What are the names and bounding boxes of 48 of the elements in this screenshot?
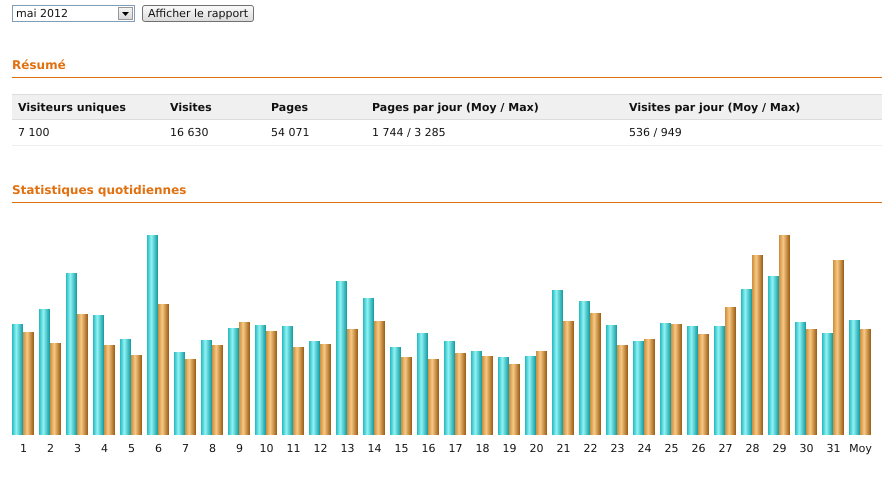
axis-label: 7 [181,442,190,455]
axis-label: 16 [420,442,436,455]
axis-label: 9 [235,442,244,455]
axis-label: 5 [127,442,136,455]
axis-label: 30 [798,442,814,455]
axis-label: 10 [258,442,274,455]
axis-label: 18 [474,442,490,455]
axis-label: 8 [208,442,217,455]
chart-bar [509,364,520,435]
column-header: Visiteurs uniques [12,94,164,120]
table-cell: 16 630 [164,120,265,146]
show-report-button[interactable]: Afficher le rapport [142,5,254,22]
column-header: Visites par jour (Moy / Max) [623,94,882,120]
table-cell: 7 100 [12,120,164,146]
section-title: Statistiques quotidiennes [12,183,882,203]
axis-label: 4 [100,442,109,455]
axis-label: 20 [528,442,544,455]
column-header: Pages [265,94,366,120]
axis-label: 21 [556,442,572,455]
axis-label: 19 [502,442,518,455]
axis-label: Moy [848,442,873,455]
axis-label: 12 [312,442,328,455]
table-cell: 536 / 949 [623,120,882,146]
dropdown-arrow-icon [122,12,129,16]
axis-label: 6 [154,442,163,455]
axis-label: 3 [73,442,82,455]
axis-label: 26 [690,442,706,455]
axis-label: 29 [772,442,788,455]
axis-label: 24 [636,442,652,455]
axis-label: 11 [286,442,302,455]
axis-label: 1 [19,442,28,455]
column-header: Pages par jour (Moy / Max) [366,94,623,120]
axis-label: 22 [582,442,598,455]
axis-label: 14 [366,442,382,455]
month-select[interactable]: mai 2012 [12,5,135,22]
axis-label: 17 [448,442,464,455]
axis-label: 13 [340,442,356,455]
axis-label: 15 [394,442,410,455]
table-cell: 1 744 / 3 285 [366,120,623,146]
axis-label: 25 [664,442,680,455]
axis-label: 27 [718,442,734,455]
axis-label: 23 [610,442,626,455]
axis-label: 31 [826,442,842,455]
column-header: Visites [164,94,265,120]
table-cell: 54 071 [265,120,366,146]
section-title: Résumé [12,58,882,78]
axis-label: 2 [46,442,55,455]
axis-label: 28 [744,442,760,455]
